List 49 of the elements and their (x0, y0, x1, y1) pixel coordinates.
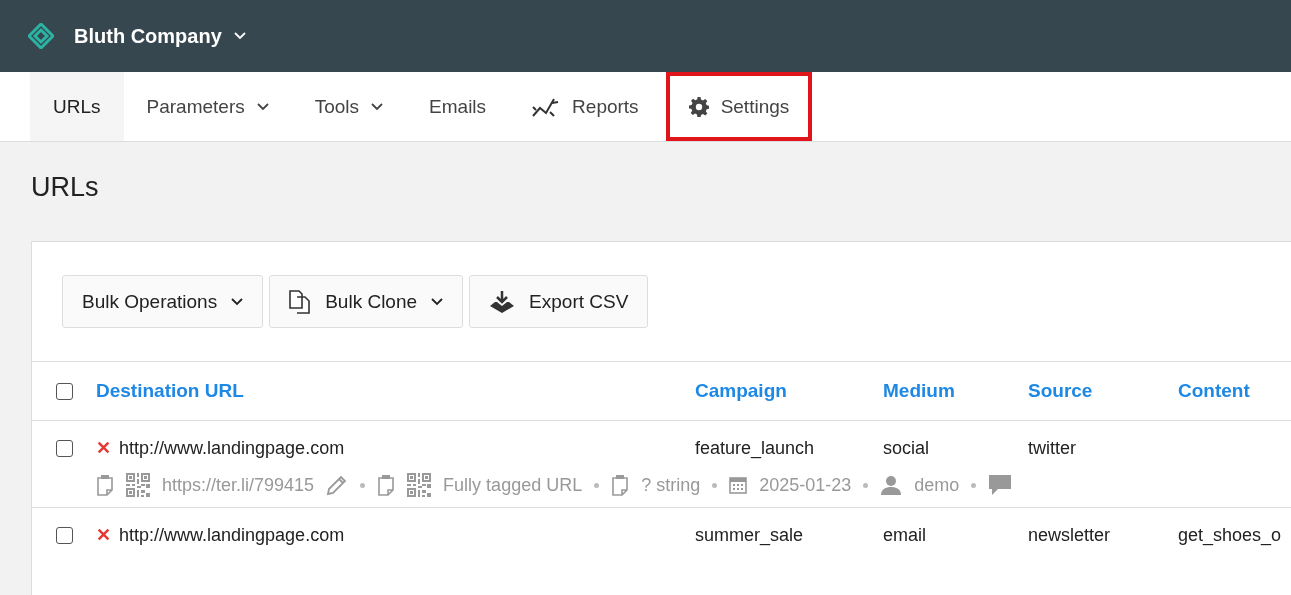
table-cell-text: summer_sale (695, 524, 805, 546)
meta-text: https://ter.li/799415 (162, 474, 315, 496)
calendar-icon (729, 476, 748, 494)
table-cell-text: twitter (1028, 437, 1077, 459)
checkbox[interactable] (55, 439, 73, 457)
nav-tab[interactable]: Tools (291, 72, 407, 141)
qr-code-icon[interactable] (126, 473, 150, 497)
comment-icon[interactable] (988, 474, 1013, 496)
clipboard-icon[interactable] (611, 474, 630, 496)
caret-icon (233, 32, 246, 40)
page-title: URLs (31, 172, 100, 203)
table-cell-text: social (883, 437, 931, 459)
nav-tab[interactable]: Reports (509, 72, 662, 141)
meta-text: Fully tagged URL (443, 474, 583, 496)
documents-icon (289, 289, 312, 314)
download-icon (489, 289, 516, 314)
remove-icon[interactable]: ✕ (96, 524, 111, 546)
remove-icon[interactable]: ✕ (96, 437, 111, 459)
nav-tab[interactable]: Settings (665, 72, 813, 141)
logo-icon (28, 23, 54, 49)
settings-icon (688, 96, 709, 117)
column-header[interactable]: Content (1178, 380, 1291, 402)
toolbar-button[interactable]: Export CSV (469, 275, 649, 328)
nav-tab[interactable]: URLs (30, 72, 124, 141)
table-cell-text: feature_launch (695, 437, 816, 459)
column-header[interactable]: Medium (883, 380, 1028, 402)
nav-tab[interactable]: Parameters (123, 72, 292, 141)
meta-text: 2025-01-23 (759, 474, 852, 496)
url-text[interactable]: http://www.landingpage.com (119, 524, 345, 546)
column-header[interactable]: Campaign (695, 380, 883, 402)
nav-tab[interactable]: Emails (406, 72, 510, 141)
checkbox[interactable] (55, 382, 73, 400)
meta-text: demo (914, 474, 960, 496)
toolbar-button[interactable]: Bulk Clone (269, 275, 464, 328)
meta-text: ? string (641, 474, 701, 496)
user-icon (880, 475, 903, 495)
url-text[interactable]: http://www.landingpage.com (119, 437, 345, 459)
column-header[interactable]: Destination URL (96, 380, 695, 402)
clipboard-icon[interactable] (96, 474, 114, 496)
column-header[interactable]: Source (1028, 380, 1178, 402)
pencil-icon[interactable] (326, 474, 349, 496)
clipboard-icon[interactable] (377, 474, 396, 496)
company-menu[interactable]: Bluth Company (74, 24, 246, 48)
table-cell-text: get_shoes_o (1178, 524, 1283, 546)
table-cell-text: newsletter (1028, 524, 1112, 546)
checkbox[interactable] (55, 526, 73, 544)
toolbar-button[interactable]: Bulk Operations (62, 275, 264, 328)
qr-code-icon[interactable] (407, 473, 432, 497)
table-cell-text: email (883, 524, 927, 546)
